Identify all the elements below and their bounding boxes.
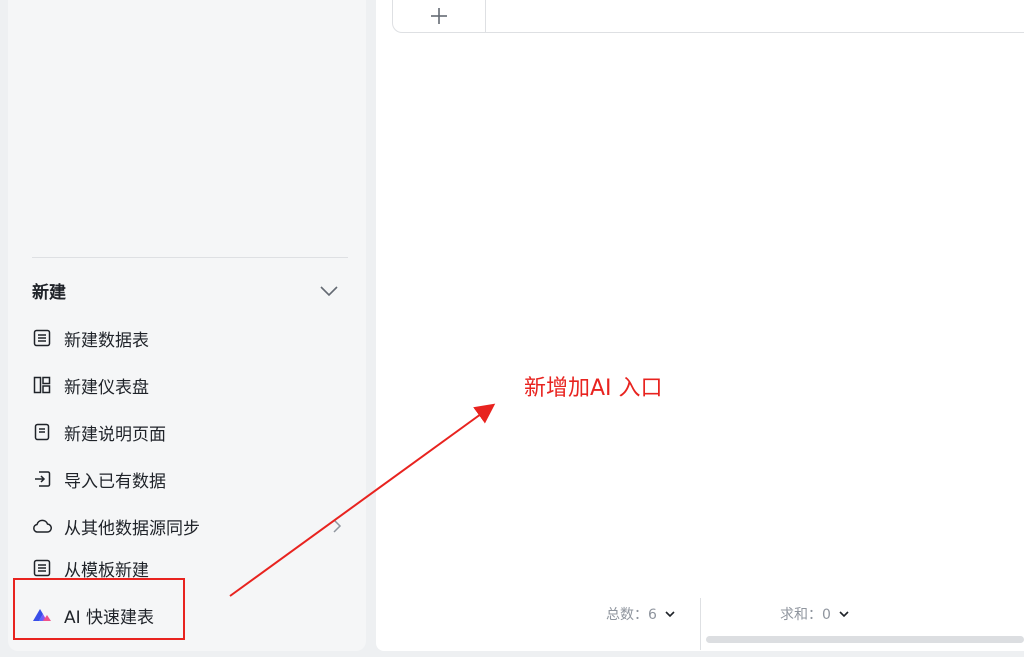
new-table-button[interactable]: 新建数据表: [32, 321, 342, 355]
sum-stat[interactable]: 求和：0: [780, 604, 851, 624]
from-template-label: 从模板新建: [64, 560, 149, 581]
new-doc-page-button[interactable]: 新建说明页面: [32, 415, 342, 449]
horizontal-scrollbar[interactable]: [706, 636, 1024, 643]
document-icon: [32, 422, 52, 442]
sidebar: 新建 新建数据表 新建仪表盘 新建说明页面 导入已有数据 从其他数据源同步 从模…: [8, 0, 366, 651]
new-doc-page-label: 新建说明页面: [64, 424, 166, 445]
dashboard-icon: [32, 375, 52, 395]
sidebar-divider: [32, 257, 348, 258]
count-label: 总数：6: [606, 607, 657, 623]
highlight-box: [13, 578, 185, 640]
table-icon: [32, 328, 52, 348]
chevron-down-icon: [839, 611, 849, 618]
chevron-right-icon: [333, 519, 342, 533]
annotation-text: 新增加AI 入口: [524, 376, 663, 401]
footer-divider: [700, 598, 701, 650]
sync-datasource-button[interactable]: 从其他数据源同步: [32, 509, 342, 543]
cloud-icon: [32, 516, 52, 536]
new-dashboard-button[interactable]: 新建仪表盘: [32, 368, 342, 402]
count-stat[interactable]: 总数：6: [606, 604, 677, 624]
import-data-label: 导入已有数据: [64, 471, 166, 492]
plus-icon: [431, 7, 447, 24]
view-tab-bar: [392, 0, 1024, 33]
chevron-down-icon: [665, 611, 675, 618]
template-icon: [32, 558, 52, 578]
section-title-new: 新建: [32, 283, 66, 303]
sync-datasource-label: 从其他数据源同步: [64, 518, 200, 539]
new-dashboard-label: 新建仪表盘: [64, 377, 149, 398]
add-view-button[interactable]: [393, 0, 486, 32]
chevron-down-icon[interactable]: [318, 280, 340, 302]
main-panel: 总数：6 求和：0: [376, 0, 1024, 651]
import-icon: [32, 469, 52, 489]
import-data-button[interactable]: 导入已有数据: [32, 462, 342, 496]
new-table-label: 新建数据表: [64, 330, 149, 351]
sum-label: 求和：0: [780, 607, 831, 623]
